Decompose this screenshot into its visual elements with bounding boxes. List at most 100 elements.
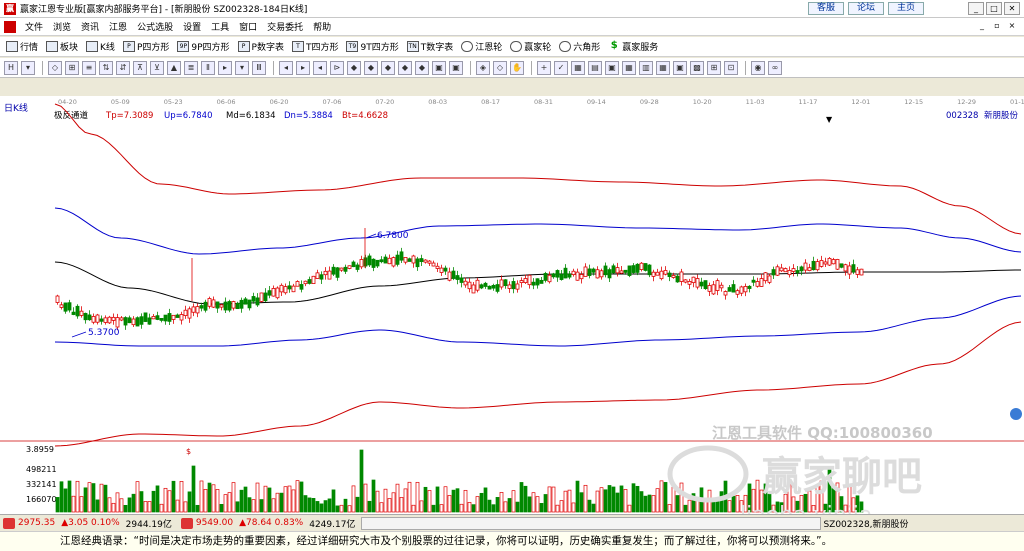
volume-bar (635, 485, 640, 513)
menu-tools[interactable]: 工具 (206, 20, 234, 33)
draw-tool-button-35[interactable]: ▥ (639, 60, 653, 75)
toolbar-gann-wheel[interactable]: 江恩轮 (461, 40, 502, 53)
mdi-minimize-button[interactable]: _ (976, 21, 988, 32)
toolbar-kline[interactable]: K线 (86, 40, 115, 53)
kline-chart[interactable]: 04-20 05-09 05-23 06-06 06-20 07-06 07-20 08-03… (0, 96, 1024, 528)
toolbar-winner-wheel[interactable]: 赢家轮 (510, 40, 551, 53)
draw-tool-button-9[interactable]: ▲ (167, 60, 181, 75)
toolbar-sectors[interactable]: 板块 (46, 40, 78, 53)
draw-tool-button-29[interactable]: + (537, 60, 551, 75)
side-bubble-icon[interactable] (1010, 408, 1022, 420)
menu-trade[interactable]: 交易委托 (262, 20, 308, 33)
candle-body (451, 270, 456, 279)
draw-tool-button-25[interactable]: ▣ (449, 60, 463, 75)
draw-tool-button-24[interactable]: ▣ (432, 60, 446, 75)
draw-tool-button-19[interactable]: ◆ (347, 60, 361, 75)
maximize-button[interactable]: □ (986, 2, 1002, 15)
draw-tool-button-13[interactable]: ▾ (235, 60, 249, 75)
draw-tool-button-11[interactable]: Ⅱ (201, 60, 215, 75)
draw-tool-button-12[interactable]: ▸ (218, 60, 232, 75)
candle-body (327, 270, 332, 280)
draw-tool-button-34[interactable]: ▦ (622, 60, 636, 75)
volume-bar (603, 489, 608, 513)
draw-tool-button-42[interactable]: ∞ (768, 60, 782, 75)
draw-tool-button-20[interactable]: ◆ (364, 60, 378, 75)
volume-bar (611, 486, 616, 513)
draw-tool-button-30[interactable]: ✓ (554, 60, 568, 75)
candle-body (111, 316, 116, 321)
candle-body (831, 259, 836, 265)
draw-tool-button-32[interactable]: ▤ (588, 60, 602, 75)
menu-settings[interactable]: 设置 (178, 20, 206, 33)
toolbar-t-square[interactable]: T T四方形 (291, 40, 338, 53)
draw-tool-button-18[interactable]: ⊳ (330, 60, 344, 75)
menu-browse[interactable]: 浏览 (48, 20, 76, 33)
menu-info[interactable]: 资讯 (76, 20, 104, 33)
menu-gann[interactable]: 江恩 (104, 20, 132, 33)
dollar-icon: $ (610, 40, 618, 51)
draw-tool-button-23[interactable]: ◆ (415, 60, 429, 75)
homepage-link[interactable]: 主页 (888, 2, 924, 15)
draw-tool-button-3[interactable]: ⊞ (65, 60, 79, 75)
draw-tool-button-8[interactable]: ⊻ (150, 60, 164, 75)
dropdown-marker-icon[interactable]: ▼ (826, 115, 833, 124)
draw-tool-button-26[interactable]: ◈ (476, 60, 490, 75)
draw-tool-button-17[interactable]: ◂ (313, 60, 327, 75)
draw-tool-button-41[interactable]: ◉ (751, 60, 765, 75)
drawing-toolbar: H ▾ ◇ ⊞ ≡ ⇅ ⇵ ⊼ ⊻ ▲ ≣ Ⅱ ▸ ▾ Ⅲ ◂ ▸ ◂ ⊳ ◆ ◆ ◆ ◆ ◆ ▣ ▣ ◈ ◇ ✋ + ✓ ▦ ▤ ▣ ▦ ▥ ▦ ▣ ▩ ⊞… (0, 58, 1024, 78)
draw-tool-button-33[interactable]: ▣ (605, 60, 619, 75)
candle-body (167, 313, 172, 322)
toolbar-p-square[interactable]: P P四方形 (122, 40, 169, 53)
candle-body (595, 269, 600, 279)
forum-link[interactable]: 论坛 (848, 2, 884, 15)
draw-tool-button-0[interactable]: H (4, 60, 18, 75)
draw-tool-button-38[interactable]: ▩ (690, 60, 704, 75)
draw-tool-button-6[interactable]: ⇵ (116, 60, 130, 75)
draw-tool-button-4[interactable]: ≡ (82, 60, 96, 75)
candle-body (503, 279, 508, 287)
volume-bar (227, 492, 232, 513)
close-button[interactable]: ✕ (1004, 2, 1020, 15)
toolbar-p-table[interactable]: P P数字表 (237, 40, 284, 53)
draw-tool-button-14[interactable]: Ⅲ (252, 60, 266, 75)
toolbar-hexagon[interactable]: 六角形 (559, 40, 600, 53)
volume-bar (415, 481, 420, 513)
draw-tool-button-15[interactable]: ◂ (279, 60, 293, 75)
toolbar-t-table[interactable]: TN T数字表 (406, 40, 453, 53)
draw-tool-button-21[interactable]: ◆ (381, 60, 395, 75)
draw-tool-button-39[interactable]: ⊞ (707, 60, 721, 75)
volume-bar (623, 489, 628, 513)
candle-body (687, 280, 692, 285)
candle-body (59, 304, 64, 308)
volume-bar (575, 480, 580, 513)
draw-tool-button-10[interactable]: ≣ (184, 60, 198, 75)
mdi-close-button[interactable]: × (1006, 21, 1018, 32)
support-link[interactable]: 客服 (808, 2, 844, 15)
draw-tool-button-16[interactable]: ▸ (296, 60, 310, 75)
menu-help[interactable]: 帮助 (308, 20, 336, 33)
draw-tool-button-36[interactable]: ▦ (656, 60, 670, 75)
toolbar-9t-square[interactable]: T9 9T四方形 (346, 40, 399, 53)
candle-body (563, 267, 568, 279)
draw-tool-button-37[interactable]: ▣ (673, 60, 687, 75)
draw-tool-button-31[interactable]: ▦ (571, 60, 585, 75)
draw-tool-button-22[interactable]: ◆ (398, 60, 412, 75)
menu-formula-screen[interactable]: 公式选股 (132, 20, 178, 33)
volume-bar (63, 488, 68, 513)
candle-body (691, 276, 696, 284)
draw-tool-button-1[interactable]: ▾ (21, 60, 35, 75)
toolbar-9p-square[interactable]: 9P 9P四方形 (177, 40, 230, 53)
candle-body (187, 308, 192, 319)
minimize-button[interactable]: _ (968, 2, 984, 15)
draw-tool-button-40[interactable]: ⊡ (724, 60, 738, 75)
draw-tool-button-7[interactable]: ⊼ (133, 60, 147, 75)
draw-tool-button-28[interactable]: ✋ (510, 60, 524, 75)
menu-window[interactable]: 窗口 (234, 20, 262, 33)
mdi-restore-button[interactable]: ▫ (991, 21, 1003, 32)
toolbar-quotes[interactable]: 行情 (6, 40, 38, 53)
draw-tool-button-27[interactable]: ◇ (493, 60, 507, 75)
toolbar-service[interactable]: $ 赢家服务 (608, 40, 659, 54)
draw-tool-button-2[interactable]: ◇ (48, 60, 62, 75)
draw-tool-button-5[interactable]: ⇅ (99, 60, 113, 75)
menu-file[interactable]: 文件 (20, 20, 48, 33)
